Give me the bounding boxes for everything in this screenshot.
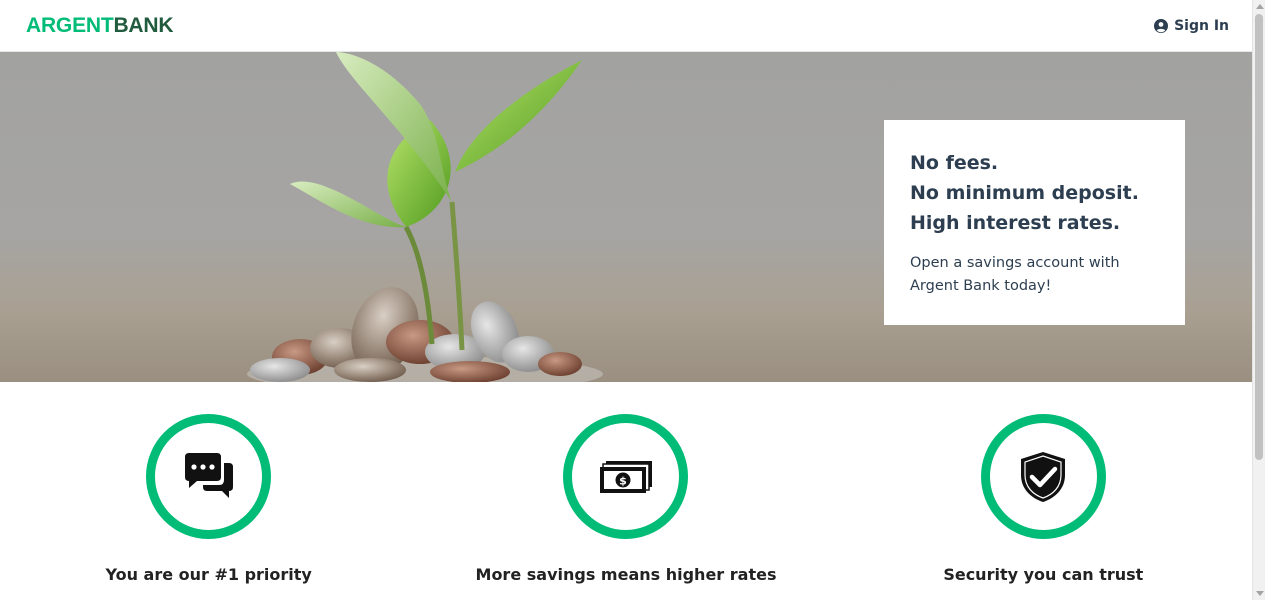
hero-description: Open a savings account with Argent Bank … xyxy=(910,255,1120,294)
logo-text-bank: BANK xyxy=(113,13,174,37)
scroll-down-arrow-icon[interactable] xyxy=(1256,591,1264,596)
feature-icon-ring: $ xyxy=(563,414,689,539)
feature-item-security: Security you can trust xyxy=(835,382,1252,600)
feature-icon-ring xyxy=(146,414,272,539)
chat-icon xyxy=(184,452,233,498)
feature-title-savings: More savings means higher rates xyxy=(475,565,777,584)
svg-text:$: $ xyxy=(619,474,627,487)
feature-item-priority: You are our #1 priority xyxy=(0,382,417,600)
hero-subtitle-high-interest: High interest rates. xyxy=(910,212,1121,234)
feature-title-security: Security you can trust xyxy=(943,565,1144,584)
logo-text-argent: ARGENT xyxy=(26,13,114,37)
page: ARGENT BANK Sign In No fees. No minimum … xyxy=(0,0,1252,600)
features-section: You are our #1 priority $ More savings m… xyxy=(0,382,1252,600)
hero-subtitle-no-fees: No fees. xyxy=(910,152,999,174)
feature-icon-ring xyxy=(980,414,1106,539)
money-icon: $ xyxy=(599,460,652,493)
hero-subtitle-no-minimum: No minimum deposit. xyxy=(910,182,1139,204)
main-nav: ARGENT BANK Sign In xyxy=(0,0,1252,52)
shield-check-icon xyxy=(1021,451,1066,502)
hero-promo-card: No fees. No minimum deposit. High intere… xyxy=(884,120,1185,325)
feature-title-priority: You are our #1 priority xyxy=(105,565,312,584)
page-scrollbar[interactable] xyxy=(1252,0,1265,600)
scroll-up-arrow-icon[interactable] xyxy=(1256,4,1264,9)
user-circle-icon xyxy=(1154,18,1169,33)
sign-in-link[interactable]: Sign In xyxy=(1154,18,1229,34)
scrollbar-thumb[interactable] xyxy=(1255,14,1263,460)
hero-subtitle-list: No fees. No minimum deposit. High intere… xyxy=(910,148,1159,238)
logo-link[interactable]: ARGENT BANK xyxy=(26,13,174,38)
feature-item-savings: $ More savings means higher rates xyxy=(417,382,834,600)
hero-banner: No fees. No minimum deposit. High intere… xyxy=(0,52,1252,382)
sign-in-label: Sign In xyxy=(1174,17,1229,34)
